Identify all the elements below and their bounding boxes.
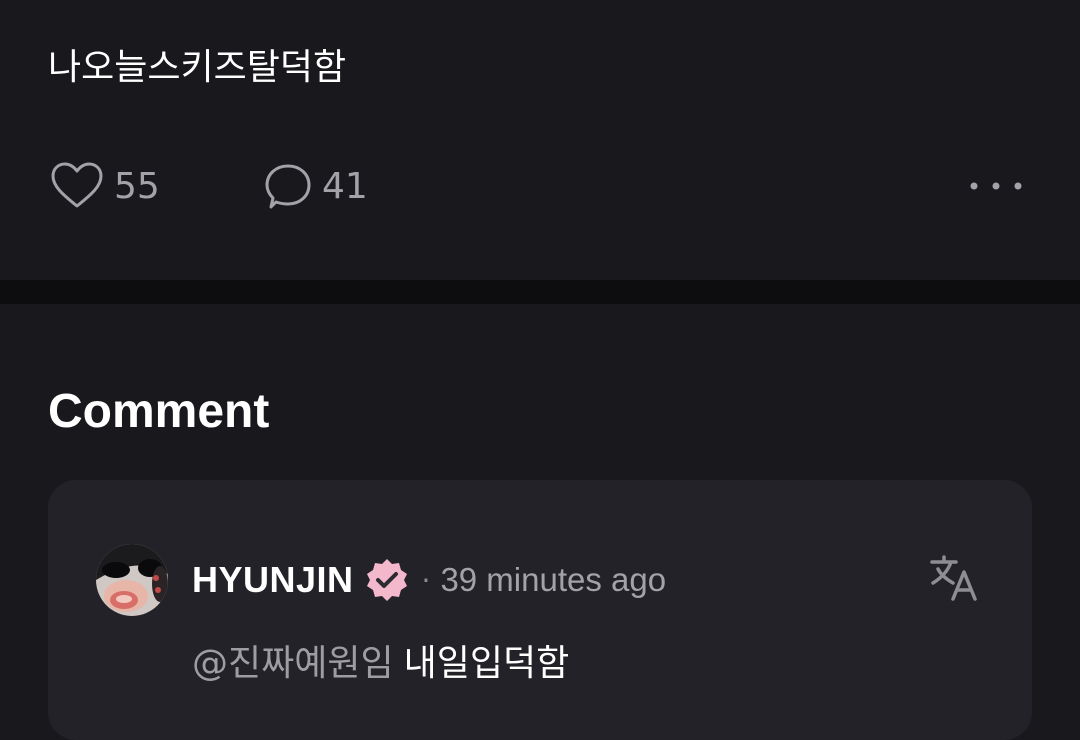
avatar-image xyxy=(96,544,168,616)
comment-body: 내일입덕함 xyxy=(403,643,570,684)
comment-header: HYUNJIN · 39 minutes ago xyxy=(192,554,666,606)
comment-section: Comment HYUNJIN · 39 minutes ago @진짜예원임 … xyxy=(0,304,1080,740)
translate-button[interactable] xyxy=(928,552,980,604)
comment-button[interactable]: 41 xyxy=(264,160,368,212)
comment-card: HYUNJIN · 39 minutes ago @진짜예원임 내일입덕함 xyxy=(48,480,1032,740)
translate-icon xyxy=(930,555,977,601)
comment-text-row: @진짜예원임 내일입덕함 xyxy=(192,638,569,690)
comment-author[interactable]: HYUNJIN xyxy=(192,559,354,601)
separator-dot: · xyxy=(421,563,431,597)
post-body: 나오늘스키즈탈덕함 55 41 xyxy=(0,0,1080,280)
post-text: 나오늘스키즈탈덕함 xyxy=(48,47,347,88)
comment-timestamp: 39 minutes ago xyxy=(440,561,667,598)
more-options-button[interactable] xyxy=(964,166,1028,206)
comment-count: 41 xyxy=(322,165,368,207)
verified-badge-icon xyxy=(366,559,407,601)
like-count: 55 xyxy=(114,165,160,207)
like-button[interactable]: 55 xyxy=(50,160,160,212)
comment-mention[interactable]: @진짜예원임 xyxy=(192,643,394,684)
avatar[interactable] xyxy=(96,544,168,616)
more-horizontal-icon xyxy=(970,182,1022,190)
comment-section-title: Comment xyxy=(48,385,270,438)
heart-outline-icon xyxy=(51,162,103,208)
speech-bubble-icon xyxy=(265,164,311,209)
section-divider xyxy=(0,280,1080,304)
